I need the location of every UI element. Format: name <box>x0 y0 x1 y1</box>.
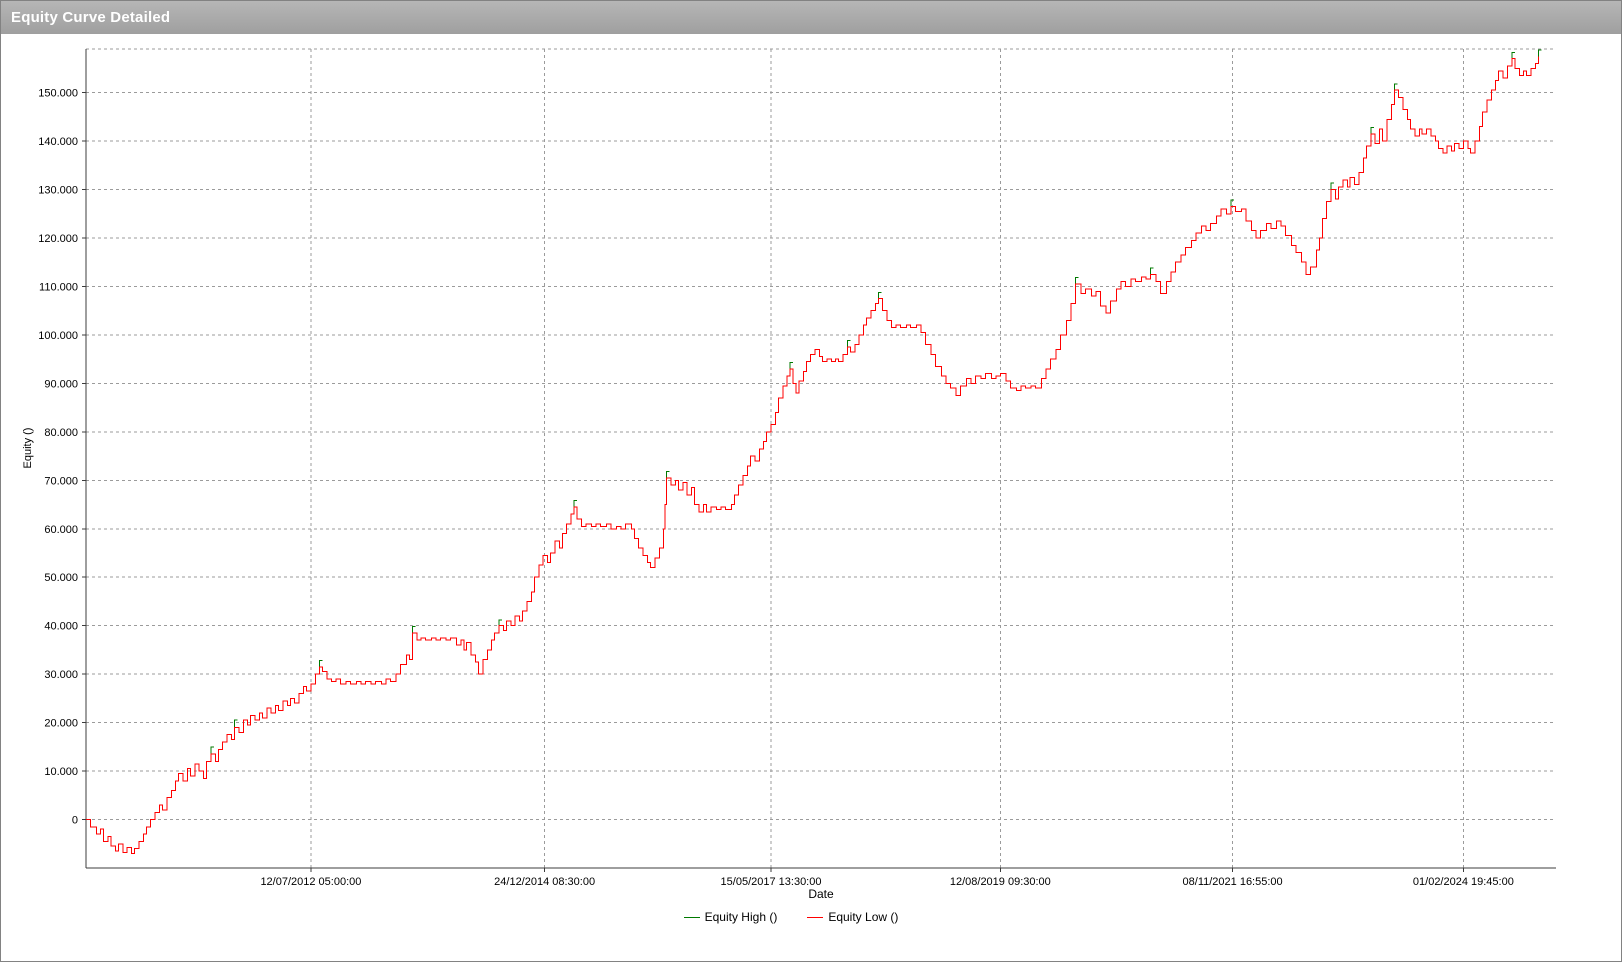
equity-high-spike <box>320 661 323 667</box>
equity-high-spike <box>1331 183 1334 189</box>
legend-label-high: Equity High () <box>705 910 778 924</box>
y-tick-label: 140.000 <box>38 136 78 148</box>
equity-high-spike <box>1394 84 1397 90</box>
legend: Equity High () Equity Low () <box>1 910 1581 924</box>
y-tick-label: 130.000 <box>38 185 78 197</box>
equity-high-spike <box>574 501 577 507</box>
y-tick-label: 10.000 <box>44 766 78 778</box>
y-tick-label: 80.000 <box>44 427 78 439</box>
y-tick-label: 120.000 <box>38 233 78 245</box>
legend-label-low: Equity Low () <box>828 910 898 924</box>
equity-high-spike <box>667 472 670 478</box>
y-tick-label: 90.000 <box>44 378 78 390</box>
y-tick-label: 30.000 <box>44 669 78 681</box>
chart-panel[interactable]: 0 10.000 20.000 30.000 40.000 50.000 60.000 70.… <box>1 34 1621 961</box>
app-window: Equity Curve Detailed 0 10.000 20.000 30.00… <box>0 0 1622 962</box>
equity-high-spike <box>878 292 881 298</box>
equity-high-spike <box>235 720 238 727</box>
equity-high-spike <box>412 627 415 633</box>
equity-high-spike <box>499 620 502 626</box>
y-tick-label: 100.000 <box>38 330 78 342</box>
equity-high-spike <box>1371 128 1374 134</box>
chart-svg[interactable]: 0 10.000 20.000 30.000 40.000 50.000 60.000 70.… <box>1 34 1621 961</box>
y-tick-label: 70.000 <box>44 475 78 487</box>
legend-swatch-low <box>807 917 823 918</box>
y-tick-label: 40.000 <box>44 621 78 633</box>
legend-item-equity-high[interactable]: Equity High () <box>684 910 778 924</box>
y-tick-label: 20.000 <box>44 718 78 730</box>
equity-high-spike <box>848 341 851 347</box>
legend-swatch-high <box>684 917 700 918</box>
y-tick-label: 150.000 <box>38 88 78 100</box>
equity-high-spike <box>1538 50 1541 56</box>
legend-item-equity-low[interactable]: Equity Low () <box>807 910 898 924</box>
window-title: Equity Curve Detailed <box>11 9 170 26</box>
y-tick-label: 50.000 <box>44 572 78 584</box>
x-axis-title: Date <box>86 887 1556 901</box>
equity-high-spike <box>1075 278 1078 284</box>
equity-high-spike <box>1150 268 1153 274</box>
y-tick-label: 110.000 <box>39 281 78 293</box>
equity-high-spike <box>1512 52 1515 58</box>
equity-high-spike <box>790 363 793 369</box>
y-axis-title: Equity () <box>22 403 34 493</box>
y-tick-label: 60.000 <box>44 524 78 536</box>
window-title-bar[interactable]: Equity Curve Detailed <box>1 1 1621 34</box>
y-tick-label: 0 <box>72 815 78 827</box>
equity-high-spike <box>211 747 214 754</box>
equity-low-line <box>86 56 1538 853</box>
